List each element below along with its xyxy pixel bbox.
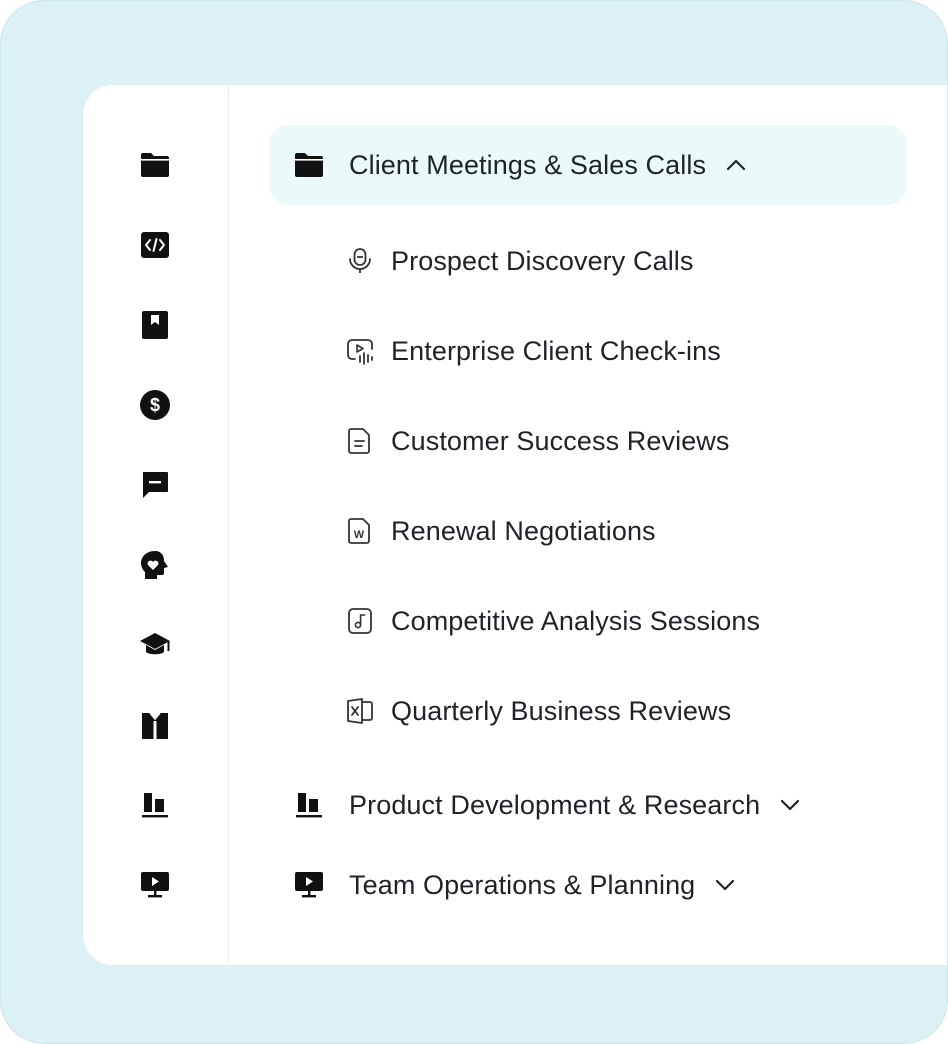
- nav-item-customer-success-reviews[interactable]: Customer Success Reviews: [345, 411, 730, 471]
- head-heart-icon[interactable]: [133, 543, 177, 587]
- svg-text:$: $: [150, 395, 160, 415]
- nav-item-enterprise-client-check-ins[interactable]: Enterprise Client Check-ins: [345, 321, 721, 381]
- document-icon: [345, 426, 375, 456]
- microphone-icon: [345, 246, 375, 276]
- music-file-icon: [345, 606, 375, 636]
- presentation-icon[interactable]: [133, 863, 177, 907]
- shirt-icon[interactable]: [133, 703, 177, 747]
- nav-item-quarterly-business-reviews[interactable]: Quarterly Business Reviews: [345, 681, 731, 741]
- group-product-development[interactable]: Product Development & Research: [269, 765, 802, 845]
- group-label: Team Operations & Planning: [349, 869, 696, 900]
- chevron-down-icon[interactable]: [778, 793, 802, 817]
- group-team-operations[interactable]: Team Operations & Planning: [269, 845, 737, 925]
- app-frame: $ Client Meetings & Sales Calls Prospect…: [0, 0, 948, 1044]
- nav-item-prospect-discovery-calls[interactable]: Prospect Discovery Calls: [345, 231, 694, 291]
- group-label: Client Meetings & Sales Calls: [349, 149, 707, 180]
- folder-icon: [293, 149, 325, 181]
- chevron-down-icon[interactable]: [713, 873, 737, 897]
- folder-icon[interactable]: [133, 143, 177, 187]
- svg-text:W: W: [354, 529, 365, 541]
- dollar-icon[interactable]: $: [133, 383, 177, 427]
- code-icon[interactable]: [133, 223, 177, 267]
- nav-item-label: Enterprise Client Check-ins: [391, 335, 721, 366]
- bar-chart-icon: [293, 789, 325, 821]
- graduation-cap-icon[interactable]: [133, 623, 177, 667]
- group-client-meetings[interactable]: Client Meetings & Sales Calls: [269, 125, 907, 205]
- excel-file-icon: [345, 696, 375, 726]
- message-icon[interactable]: [133, 463, 177, 507]
- bar-chart-icon[interactable]: [133, 783, 177, 827]
- nav-item-label: Quarterly Business Reviews: [391, 695, 732, 726]
- word-document-icon: W: [345, 516, 375, 546]
- presentation-icon: [293, 869, 325, 901]
- navigation-panel: $ Client Meetings & Sales Calls Prospect…: [83, 85, 947, 965]
- video-audio-icon: [345, 336, 375, 366]
- nav-item-label: Competitive Analysis Sessions: [391, 605, 761, 636]
- nav-item-label: Customer Success Reviews: [391, 425, 730, 456]
- bookmark-icon[interactable]: [133, 303, 177, 347]
- nav-item-label: Prospect Discovery Calls: [391, 245, 694, 276]
- chevron-up-icon[interactable]: [724, 153, 748, 177]
- nav-item-competitive-analysis-sessions[interactable]: Competitive Analysis Sessions: [345, 591, 760, 651]
- nav-item-renewal-negotiations[interactable]: W Renewal Negotiations: [345, 501, 656, 561]
- nav-item-label: Renewal Negotiations: [391, 515, 656, 546]
- group-label: Product Development & Research: [349, 789, 761, 820]
- icon-rail: $: [83, 85, 229, 965]
